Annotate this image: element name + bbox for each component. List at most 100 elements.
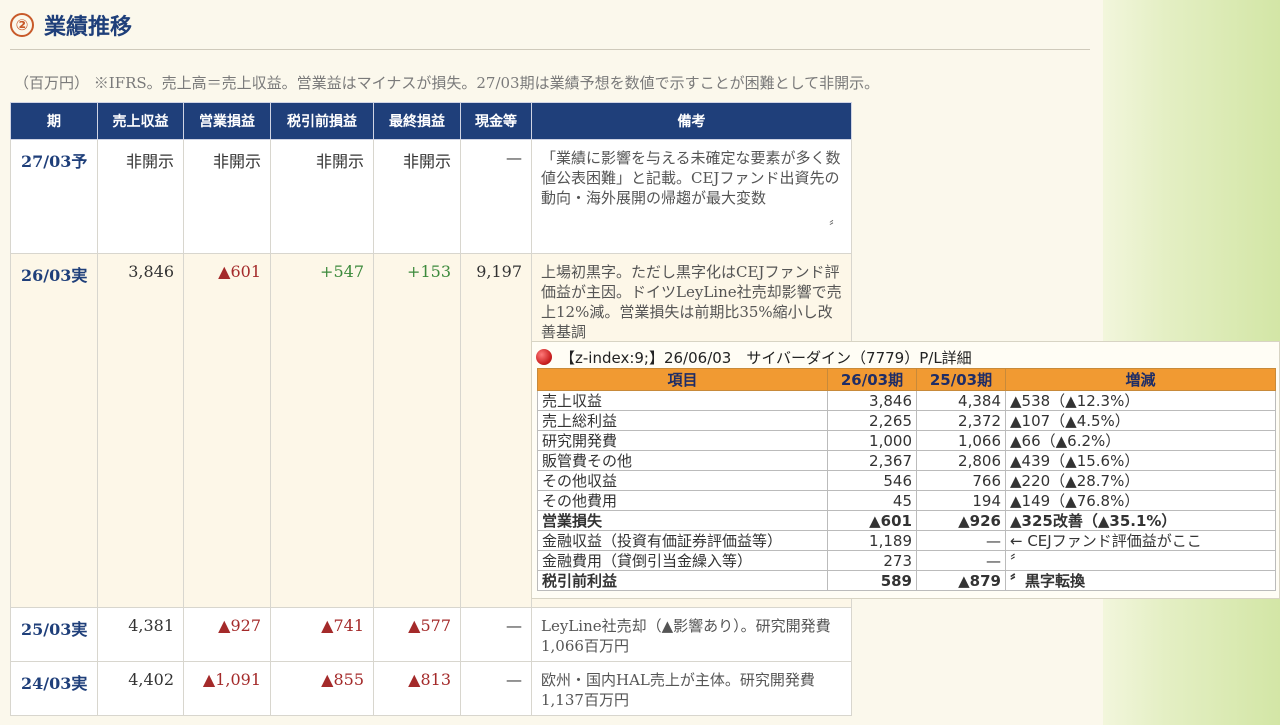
pl-current: 2,265 bbox=[827, 410, 917, 431]
pl-header-item: 項目 bbox=[537, 368, 828, 391]
col-header-revenue: 売上収益 bbox=[97, 102, 184, 140]
pl-change: ← CEJファンド評価益がここ bbox=[1005, 530, 1276, 551]
pl-row: その他費用 45 194 ▲149（▲76.8%） bbox=[537, 490, 1276, 511]
pl-current: 2,367 bbox=[827, 450, 917, 471]
pl-row: 売上収益 3,846 4,384 ▲538（▲12.3%） bbox=[537, 390, 1276, 411]
pl-item: 税引前利益 bbox=[537, 570, 828, 591]
operating-cell: ▲1,091 bbox=[183, 661, 271, 716]
cash-cell: — bbox=[460, 661, 532, 716]
pl-previous: ▲926 bbox=[916, 510, 1006, 531]
pl-current: 45 bbox=[827, 490, 917, 511]
pl-previous: — bbox=[916, 530, 1006, 551]
pl-change: ▲149（▲76.8%） bbox=[1005, 490, 1276, 511]
col-header-net: 最終損益 bbox=[373, 102, 461, 140]
cash-cell: — bbox=[460, 139, 532, 254]
net-cell: 非開示 bbox=[373, 139, 461, 254]
pretax-cell: ▲741 bbox=[270, 607, 374, 662]
pl-row: 金融費用（貸倒引当金繰入等） 273— 〞 bbox=[537, 550, 1276, 571]
pl-previous: 2,806 bbox=[916, 450, 1006, 471]
revenue-cell: 4,381 bbox=[97, 607, 184, 662]
pl-current: 3,846 bbox=[827, 390, 917, 411]
pl-item: 売上収益 bbox=[537, 390, 828, 411]
pl-change: ▲66（▲6.2%） bbox=[1005, 430, 1276, 451]
remarks-text: 「業績に影響を与える未確定な要素が多く数値公表困難」と記載。CEJファンド出資先… bbox=[541, 149, 841, 207]
pl-row: 金融収益（投資有価証券評価益等） 1,189— ← CEJファンド評価益がここ bbox=[537, 530, 1276, 551]
remarks-cell: 欧州・国内HAL売上が主体。研究開発費1,137百万円 bbox=[531, 661, 852, 716]
pl-item: その他収益 bbox=[537, 470, 828, 491]
pl-change: ▲220（▲28.7%） bbox=[1005, 470, 1276, 491]
section-heading: ② 業績推移 bbox=[10, 8, 132, 42]
col-header-period: 期 bbox=[10, 102, 98, 140]
pl-row: 販管費その他 2,367 2,806 ▲439（▲15.6%） bbox=[537, 450, 1276, 471]
table-row: 25/03実 4,381 ▲927 ▲741 ▲577 — LeyLine社売却… bbox=[10, 607, 852, 662]
pl-previous: 766 bbox=[916, 470, 1006, 491]
col-header-operating: 営業損益 bbox=[183, 102, 271, 140]
pretax-cell: 非開示 bbox=[270, 139, 374, 254]
pl-item: その他費用 bbox=[537, 490, 828, 511]
pl-header-previous: 25/03期 bbox=[916, 368, 1006, 391]
pl-current: 273 bbox=[827, 550, 917, 571]
table-row: 27/03予 非開示 非開示 非開示 非開示 — 「業績に影響を与える未確定な要… bbox=[10, 139, 852, 254]
pl-item: 売上総利益 bbox=[537, 410, 828, 431]
period-cell: 26/03実 bbox=[10, 253, 98, 608]
period-cell: 25/03実 bbox=[10, 607, 98, 662]
pl-previous: 2,372 bbox=[916, 410, 1006, 431]
pl-item: 販管費その他 bbox=[537, 450, 828, 471]
net-cell: +153 bbox=[373, 253, 461, 608]
pl-detail-popup[interactable]: 【z-index:9;】26/06/03 サイバーダイン（7779）P/L詳細 … bbox=[531, 341, 1280, 599]
red-dot-icon bbox=[536, 349, 552, 365]
section-title: 業績推移 bbox=[44, 14, 133, 40]
pl-row: 売上総利益 2,265 2,372 ▲107（▲4.5%） bbox=[537, 410, 1276, 431]
heading-divider bbox=[10, 49, 1090, 50]
net-cell: ▲577 bbox=[373, 607, 461, 662]
operating-cell: ▲927 bbox=[183, 607, 271, 662]
cash-cell: — bbox=[460, 607, 532, 662]
pl-change: ▲107（▲4.5%） bbox=[1005, 410, 1276, 431]
operating-cell: ▲601 bbox=[183, 253, 271, 608]
pl-header-current: 26/03期 bbox=[827, 368, 917, 391]
revenue-cell: 4,402 bbox=[97, 661, 184, 716]
pretax-cell: +547 bbox=[270, 253, 374, 608]
pl-row: 研究開発費 1,000 1,066 ▲66（▲6.2%） bbox=[537, 430, 1276, 451]
net-cell: ▲813 bbox=[373, 661, 461, 716]
popup-title-text: 【z-index:9;】26/06/03 サイバーダイン（7779）P/L詳細 bbox=[560, 348, 972, 367]
pl-current: 589 bbox=[827, 570, 917, 591]
pl-item: 営業損失 bbox=[537, 510, 828, 531]
pl-change: ▲325改善（▲35.1%） bbox=[1005, 510, 1276, 531]
pl-header-change: 増減 bbox=[1005, 368, 1276, 391]
pl-previous: — bbox=[916, 550, 1006, 571]
pl-item: 金融費用（貸倒引当金繰入等） bbox=[537, 550, 828, 571]
pl-item: 研究開発費 bbox=[537, 430, 828, 451]
remarks-cell: 「業績に影響を与える未確定な要素が多く数値公表困難」と記載。CEJファンド出資先… bbox=[531, 139, 852, 254]
col-header-pretax: 税引前損益 bbox=[270, 102, 374, 140]
period-cell: 24/03実 bbox=[10, 661, 98, 716]
table-note: （百万円） ※IFRS。売上高＝売上収益。営業益はマイナスが損失。27/03期は… bbox=[14, 74, 880, 92]
ditto-mark: 〞 bbox=[828, 220, 842, 235]
remarks-cell: LeyLine社売却（▲影響あり）。研究開発費1,066百万円 bbox=[531, 607, 852, 662]
pl-row-bold: 税引前利益 589 ▲879 〞黒字転換 bbox=[537, 570, 1276, 591]
pl-row-bold: 営業損失 ▲601 ▲926 ▲325改善（▲35.1%） bbox=[537, 510, 1276, 531]
operating-cell: 非開示 bbox=[183, 139, 271, 254]
pl-item: 金融収益（投資有価証券評価益等） bbox=[537, 530, 828, 551]
pl-current: 1,189 bbox=[827, 530, 917, 551]
pl-current: ▲601 bbox=[827, 510, 917, 531]
cash-cell: 9,197 bbox=[460, 253, 532, 608]
pl-previous: ▲879 bbox=[916, 570, 1006, 591]
pl-previous: 4,384 bbox=[916, 390, 1006, 411]
pl-current: 546 bbox=[827, 470, 917, 491]
period-cell: 27/03予 bbox=[10, 139, 98, 254]
pl-header-row: 項目 26/03期 25/03期 増減 bbox=[537, 368, 1276, 391]
popup-title: 【z-index:9;】26/06/03 サイバーダイン（7779）P/L詳細 bbox=[536, 345, 972, 369]
pl-previous: 194 bbox=[916, 490, 1006, 511]
pl-change: 〞黒字転換 bbox=[1005, 570, 1276, 591]
pl-change: ▲538（▲12.3%） bbox=[1005, 390, 1276, 411]
section-number-icon: ② bbox=[10, 13, 34, 37]
pl-detail-table: 項目 26/03期 25/03期 増減 売上収益 3,846 4,384 ▲538（▲… bbox=[537, 368, 1276, 591]
pl-current: 1,000 bbox=[827, 430, 917, 451]
pl-row: その他収益 546 766 ▲220（▲28.7%） bbox=[537, 470, 1276, 491]
pl-change: ▲439（▲15.6%） bbox=[1005, 450, 1276, 471]
table-header-row: 期 売上収益 営業損益 税引前損益 最終損益 現金等 備考 bbox=[10, 102, 852, 140]
col-header-remarks: 備考 bbox=[531, 102, 852, 140]
table-row: 24/03実 4,402 ▲1,091 ▲855 ▲813 — 欧州・国内HAL… bbox=[10, 661, 852, 716]
pl-previous: 1,066 bbox=[916, 430, 1006, 451]
